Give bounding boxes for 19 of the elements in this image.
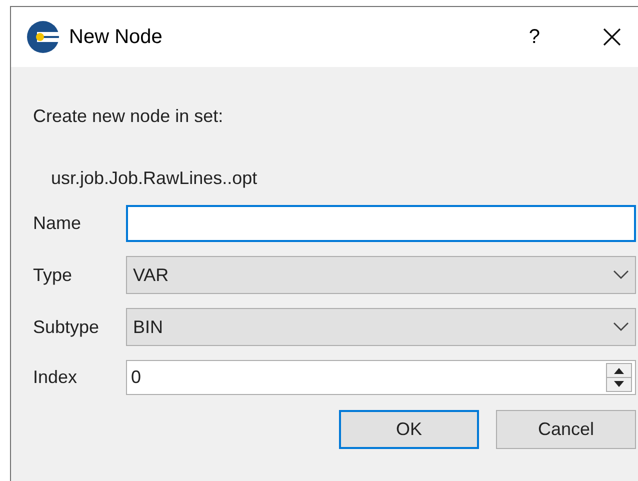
ok-button[interactable]: OK: [339, 410, 479, 449]
field-label: Name: [33, 212, 82, 235]
app-logo-icon: [27, 21, 59, 53]
field-label: Type: [33, 264, 74, 287]
field-label: Index: [33, 366, 78, 389]
prompt-text: Create new node in set:: [33, 105, 224, 127]
spin-box[interactable]: 0: [126, 360, 636, 395]
dropdown[interactable]: VAR: [126, 256, 636, 294]
chevron-down-icon: [613, 270, 629, 280]
name-field[interactable]: [126, 205, 636, 242]
dropdown[interactable]: BIN: [126, 308, 636, 346]
window-title: New Node: [69, 25, 162, 50]
close-icon[interactable]: [602, 27, 622, 47]
field-label: Subtype: [33, 316, 100, 339]
chevron-down-icon: [613, 322, 629, 332]
cancel-button[interactable]: Cancel: [496, 410, 636, 449]
spin-arrows-icon: [606, 363, 632, 392]
set-path: usr.job.Job.RawLines..opt: [51, 167, 258, 189]
help-button[interactable]: ?: [528, 22, 540, 52]
